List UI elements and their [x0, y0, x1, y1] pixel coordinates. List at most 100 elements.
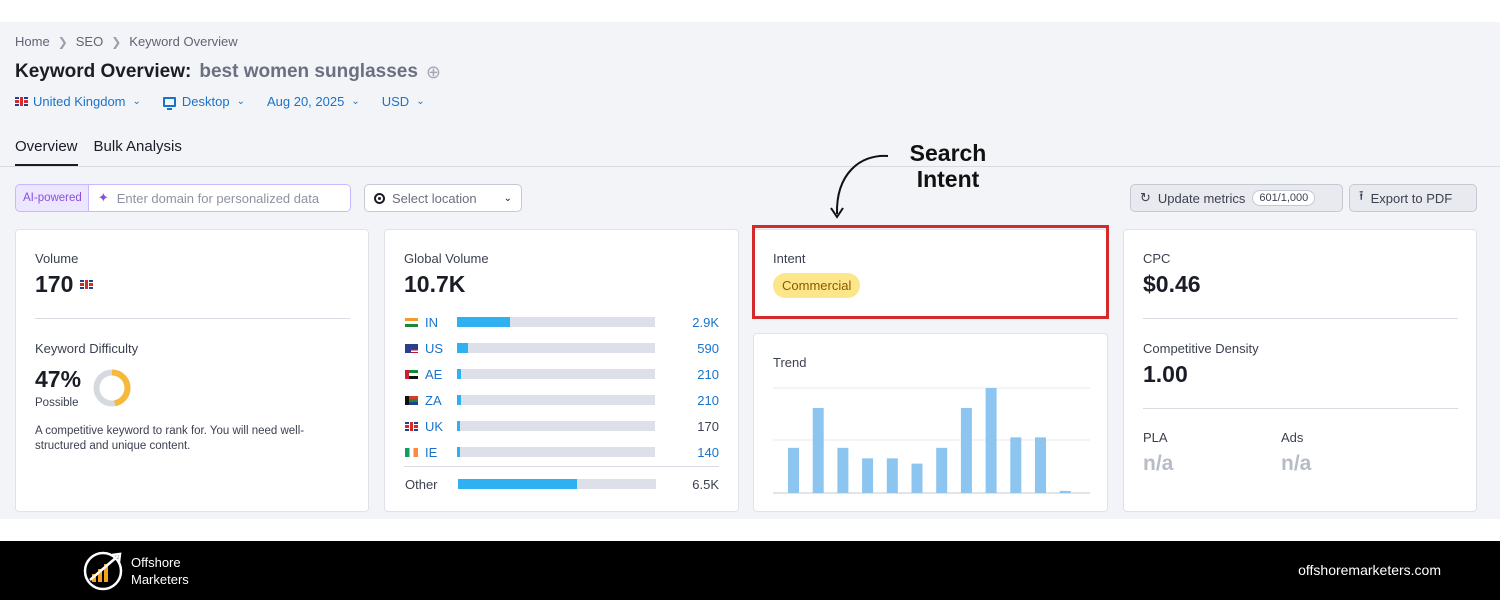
country-code[interactable]: IN [425, 315, 457, 330]
keyword-overview-app: Home ❯ SEO ❯ Keyword Overview Keyword Ov… [0, 22, 1500, 519]
breadcrumb: Home ❯ SEO ❯ Keyword Overview [15, 34, 238, 49]
country-volume-value[interactable]: 140 [697, 445, 719, 460]
chevron-down-icon: ⌄ [236, 96, 245, 107]
trend-bar[interactable] [837, 447, 849, 493]
trend-bar[interactable] [886, 458, 898, 493]
global-volume-value: 10.7K [404, 271, 466, 297]
chevron-down-icon: ⌄ [132, 96, 141, 107]
intent-highlight-box [752, 225, 1109, 319]
difficulty-donut [93, 369, 131, 407]
refresh-icon: ↻ [1140, 190, 1151, 205]
trend-bar[interactable] [1010, 437, 1022, 493]
trend-bar[interactable] [1035, 437, 1046, 493]
trend-card: Trend [753, 333, 1108, 512]
global-volume-row-uk[interactable]: UK 170 [405, 418, 719, 434]
global-volume-label: Global Volume [404, 251, 489, 266]
add-circle-icon[interactable]: ⊕ [426, 62, 441, 83]
cpc-value: $0.46 [1143, 271, 1201, 297]
divider [35, 318, 350, 319]
tab-bar: Overview Bulk Analysis [15, 138, 182, 166]
chevron-right-icon: ❯ [111, 34, 122, 49]
uk-flag-icon [15, 97, 28, 106]
global-volume-other-row: Other 6.5K [405, 476, 719, 492]
ai-domain-box: AI-powered ✦ Enter domain for personaliz… [15, 184, 351, 212]
ai-powered-label: AI-powered [23, 192, 82, 204]
volume-bar-track [457, 369, 655, 379]
breadcrumb-home[interactable]: Home [15, 34, 50, 49]
country-code[interactable]: UK [425, 419, 457, 434]
volume-value: 170 [35, 271, 74, 297]
cpc-label: CPC [1143, 251, 1171, 266]
trend-bar[interactable] [812, 407, 824, 493]
desktop-icon [162, 96, 176, 110]
chevron-down-icon: ⌄ [416, 96, 425, 107]
pla-label: PLA [1143, 430, 1168, 445]
ae-flag-icon [405, 369, 418, 379]
export-pdf-label: Export to PDF [1370, 190, 1453, 206]
location-pin-icon [374, 192, 385, 204]
trend-bar[interactable] [911, 463, 923, 493]
volume-bar-track [457, 447, 655, 457]
device-filter-label: Desktop [181, 94, 230, 109]
location-select-placeholder: Select location [392, 190, 477, 206]
trend-bar[interactable] [985, 388, 997, 493]
global-volume-row-ie[interactable]: IE 140 [405, 444, 719, 460]
breadcrumb-seo[interactable]: SEO [76, 34, 103, 49]
trend-bar[interactable] [1059, 490, 1071, 493]
volume-card: Volume 170 Keyword Difficulty 47% Possib… [15, 229, 369, 512]
trend-bar[interactable] [936, 447, 948, 493]
tab-bulk-analysis[interactable]: Bulk Analysis [94, 138, 182, 166]
volume-bar-fill [457, 343, 468, 353]
annotation-line-2: Intent [916, 166, 980, 192]
competitive-density-value: 1.00 [1143, 361, 1188, 387]
divider [404, 466, 719, 467]
country-volume-value[interactable]: 590 [697, 341, 719, 356]
country-code[interactable]: ZA [425, 393, 457, 408]
global-volume-row-za[interactable]: ZA 210 [405, 392, 719, 408]
volume-bar-fill [457, 395, 461, 405]
trend-bar[interactable] [960, 407, 972, 493]
trend-bar[interactable] [788, 447, 799, 493]
country-volume-value[interactable]: 210 [697, 393, 719, 408]
global-volume-row-in[interactable]: IN 2.9K [405, 314, 719, 330]
tab-divider [0, 166, 1500, 167]
divider [1143, 318, 1458, 319]
page-title-prefix: Keyword Overview: [15, 61, 192, 82]
us-flag-icon [405, 343, 418, 353]
tab-overview[interactable]: Overview [15, 138, 78, 166]
country-code[interactable]: AE [425, 367, 457, 382]
currency-filter-label: USD [381, 94, 410, 109]
country-volume-value[interactable]: 2.9K [692, 315, 719, 330]
footer-website[interactable]: offshoremarketers.com [1298, 562, 1441, 578]
volume-bar-fill [457, 421, 461, 431]
trend-bar[interactable] [862, 458, 874, 493]
other-label: Other [405, 476, 438, 492]
pla-value: n/a [1143, 452, 1174, 475]
volume-bar-fill [457, 369, 461, 379]
country-filter[interactable]: United Kingdom ⌄ [15, 94, 141, 109]
update-metrics-button[interactable]: ↻ Update metrics 601/1,000 [1130, 184, 1343, 212]
in-flag-icon [405, 317, 418, 327]
keyword-difficulty-description: A competitive keyword to rank for. You w… [35, 425, 305, 452]
country-filter-label: United Kingdom [33, 94, 126, 109]
chevron-down-icon: ⌄ [351, 96, 360, 107]
footer-brand: Offshore Marketers [131, 554, 189, 588]
country-code[interactable]: US [425, 341, 457, 356]
country-code[interactable]: IE [425, 445, 457, 460]
annotation-arrow-curve [835, 154, 889, 215]
global-volume-row-ae[interactable]: AE 210 [405, 366, 719, 382]
country-volume-value[interactable]: 210 [697, 367, 719, 382]
keyword-difficulty-level: Possible [35, 397, 79, 409]
volume-bar-fill [457, 317, 511, 327]
upload-icon: ⭱ [1359, 188, 1364, 203]
location-select[interactable]: Select location ⌄ [364, 184, 522, 212]
currency-filter[interactable]: USD ⌄ [382, 94, 425, 109]
divider [1143, 408, 1458, 409]
date-filter[interactable]: Aug 20, 2025 ⌄ [267, 94, 360, 109]
domain-input[interactable]: ✦ Enter domain for personalized data [87, 185, 350, 211]
device-filter[interactable]: Desktop ⌄ [162, 94, 245, 110]
export-pdf-button[interactable]: ⭱ Export to PDF [1349, 184, 1477, 212]
global-volume-row-us[interactable]: US 590 [405, 340, 719, 356]
uk-flag-icon [405, 421, 418, 431]
chevron-right-icon: ❯ [57, 34, 68, 49]
